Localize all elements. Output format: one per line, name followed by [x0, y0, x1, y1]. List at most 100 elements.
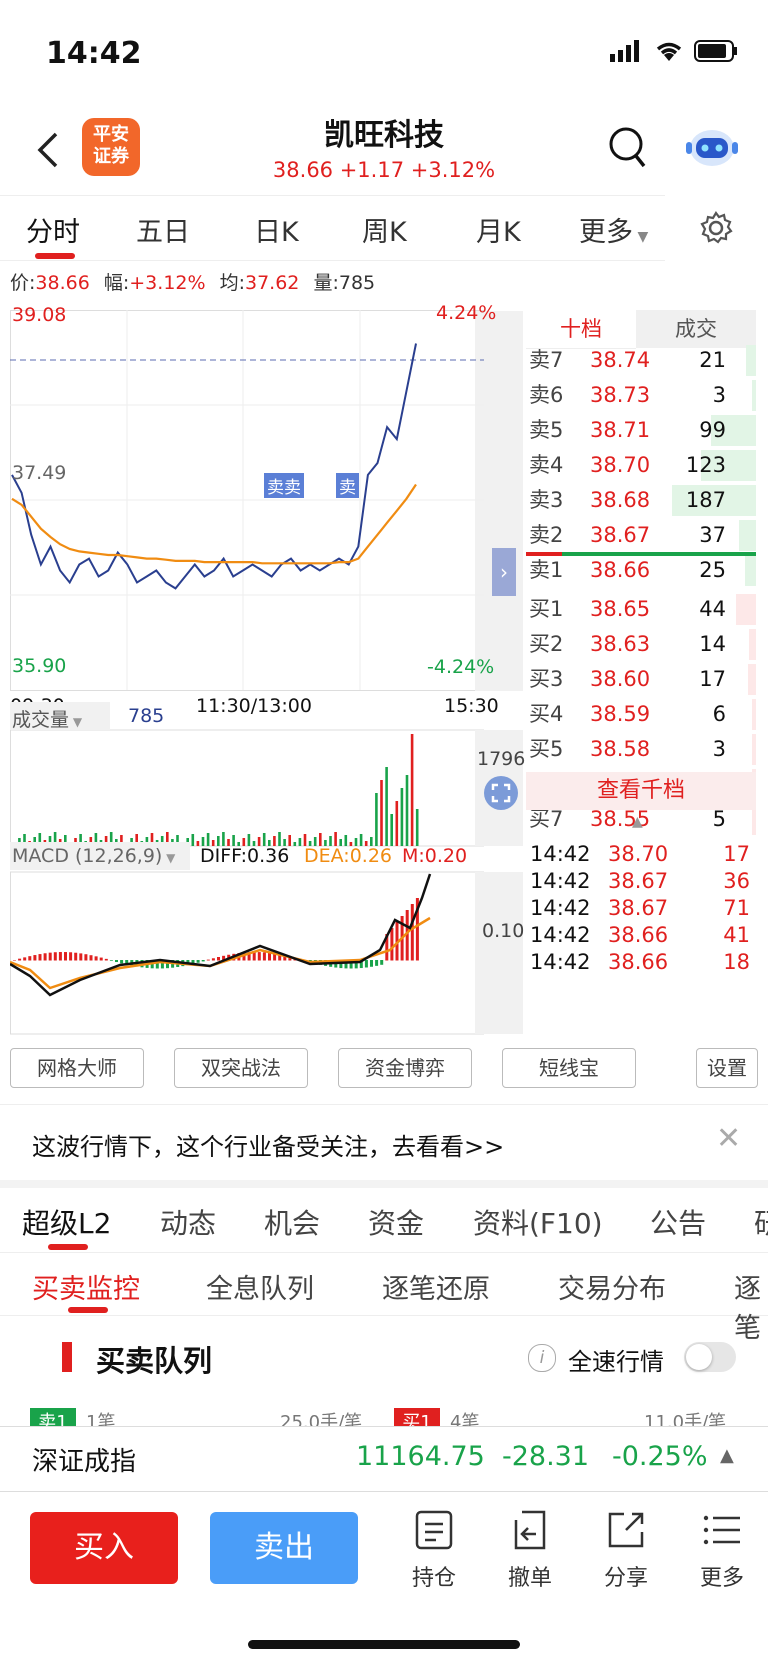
level-volume: 3	[712, 383, 726, 407]
volume-bar	[395, 801, 399, 846]
macd-bar	[370, 960, 373, 967]
fast-quote-toggle[interactable]	[684, 1342, 736, 1372]
wifi-icon	[656, 42, 682, 61]
tab-research[interactable]: 研	[754, 1202, 768, 1242]
tab-week-k[interactable]: 周K	[362, 210, 407, 249]
level-volume: 25	[699, 558, 726, 582]
ask-level-row[interactable]: 卖4 38.70 123	[526, 448, 756, 483]
macd-bar	[53, 952, 57, 961]
macd-bar	[115, 960, 118, 963]
close-icon[interactable]: ✕	[716, 1121, 741, 1156]
index-ticker[interactable]: 深证成指 11164.75 -28.31 -0.25% ▲	[0, 1426, 768, 1492]
bid-level-row[interactable]: 买5 38.58 3	[526, 732, 756, 767]
caret-down-icon: ▼	[69, 715, 83, 729]
chevron-right-icon: ›	[500, 560, 508, 584]
ask-level-row[interactable]: 卖3 38.68 187	[526, 483, 756, 518]
level-volume: 37	[699, 523, 726, 547]
tab-super-l2[interactable]: 超级L2	[22, 1202, 111, 1242]
macd-indicator-select[interactable]: MACD (12,26,9) ▼	[12, 845, 175, 867]
tab-announcements[interactable]: 公告	[650, 1202, 706, 1242]
volume-bar	[748, 664, 756, 695]
macd-bar	[38, 954, 42, 961]
tab-five-day[interactable]: 五日	[136, 210, 190, 249]
macd-bar	[410, 904, 414, 961]
sell-marker[interactable]: 卖卖	[264, 473, 304, 498]
macd-bar	[109, 960, 113, 961]
queue-header-row: 卖1 1笔 25.0手/笔 买1 4笔 11.0手/笔	[30, 1408, 768, 1426]
tab-news[interactable]: 动态	[160, 1202, 216, 1242]
subtab-tick[interactable]: 逐笔	[734, 1267, 768, 1345]
subtab-full-queue[interactable]: 全息队列	[206, 1267, 314, 1306]
macd-bar	[217, 957, 220, 961]
bid-level-row[interactable]: 买1 38.65 44	[526, 592, 756, 627]
fullscreen-button[interactable]	[484, 776, 518, 810]
intraday-chart[interactable]: 39.08 37.49 35.90 4.24% -4.24% 09:30 11:…	[10, 302, 526, 1035]
collapse-up-icon[interactable]: ▲	[632, 814, 643, 830]
ask-level-row[interactable]: 卖5 38.71 99	[526, 413, 756, 448]
level-volume: 17	[699, 667, 726, 691]
tool-grid-master[interactable]: 网格大师	[10, 1048, 144, 1088]
tool-fund-game[interactable]: 资金博弈	[338, 1048, 472, 1088]
tab-minute[interactable]: 分时	[26, 210, 80, 249]
promo-banner[interactable]: 这波行情下，这个行业备受关注，去看看>> ✕	[0, 1104, 768, 1175]
sell-button[interactable]: 卖出	[210, 1512, 358, 1584]
view-thousand-levels-button[interactable]: 查看千档	[526, 772, 756, 810]
holdings-button[interactable]: 持仓	[404, 1508, 464, 1592]
settings-button[interactable]	[698, 210, 734, 250]
ask-level-row[interactable]: 卖1 38.66 25	[526, 553, 756, 588]
ask-level-row[interactable]: 卖7 38.74 21	[526, 343, 756, 378]
robot-assistant-button[interactable]	[684, 122, 740, 176]
tool-double-break[interactable]: 双突战法	[174, 1048, 308, 1088]
level-label: 买1	[529, 597, 564, 621]
more-button[interactable]: 更多	[692, 1508, 752, 1592]
volume-bar	[191, 834, 195, 846]
undo-icon	[514, 1510, 546, 1550]
info-icon[interactable]: i	[528, 1344, 556, 1372]
y-mid-label: 37.49	[12, 462, 67, 484]
macd-bar	[268, 952, 271, 961]
level-price: 38.68	[590, 488, 651, 512]
queue-title: 买卖队列	[96, 1344, 213, 1378]
volume-value: 785	[128, 705, 165, 727]
macd-tick-label: 0.10	[482, 920, 525, 942]
tab-month-k[interactable]: 月K	[476, 210, 521, 249]
tool-settings[interactable]: 设置	[696, 1048, 758, 1088]
search-icon	[609, 127, 646, 168]
search-button[interactable]	[608, 126, 648, 174]
ask-level-row[interactable]: 卖6 38.73 3	[526, 378, 756, 413]
level-label: 卖7	[529, 348, 564, 372]
subtab-trade-distribution[interactable]: 交易分布	[558, 1267, 666, 1306]
bid-level-row[interactable]: 买3 38.60 17	[526, 662, 756, 697]
subtab-trade-monitor[interactable]: 买卖监控	[32, 1267, 140, 1306]
cancel-order-button[interactable]: 撤单	[500, 1508, 560, 1592]
subtab-tick-replay[interactable]: 逐笔还原	[382, 1267, 490, 1306]
bid-level-row[interactable]: 买4 38.59 6	[526, 697, 756, 732]
macd-bar	[28, 956, 32, 961]
bid-level-row[interactable]: 买2 38.63 14	[526, 627, 756, 662]
expand-up-icon[interactable]: ▲	[720, 1445, 734, 1466]
ask-level-row[interactable]: 卖2 38.67 37	[526, 518, 756, 553]
level-volume: 187	[685, 488, 726, 512]
trade-row: 14:42 38.67 71	[530, 894, 756, 922]
volume-bar	[334, 832, 337, 846]
expand-orderbook-toggle[interactable]: ›	[492, 548, 516, 596]
macd-bar	[23, 957, 27, 961]
level-price: 38.74	[590, 348, 651, 372]
trade-price: 38.67	[608, 869, 669, 893]
share-button[interactable]: 分享	[596, 1508, 656, 1592]
tool-short-term[interactable]: 短线宝	[502, 1048, 636, 1088]
volume-bar	[749, 629, 756, 660]
tab-opportunity[interactable]: 机会	[264, 1202, 320, 1242]
macd-bar	[69, 952, 73, 961]
tab-funds[interactable]: 资金	[368, 1202, 424, 1242]
level-price: 38.60	[590, 667, 651, 691]
tab-more[interactable]: 更多 ▼	[579, 210, 648, 249]
sell-marker[interactable]: 卖	[336, 473, 359, 498]
buy-button[interactable]: 买入	[30, 1512, 178, 1584]
share-icon	[608, 1512, 644, 1548]
volume-indicator-select[interactable]: 成交量 ▼	[12, 705, 82, 732]
tab-day-k[interactable]: 日K	[254, 210, 299, 249]
stock-name: 凯旺科技	[324, 118, 444, 153]
level-price: 38.71	[590, 418, 651, 442]
tab-f10[interactable]: 资料(F10)	[473, 1202, 603, 1242]
